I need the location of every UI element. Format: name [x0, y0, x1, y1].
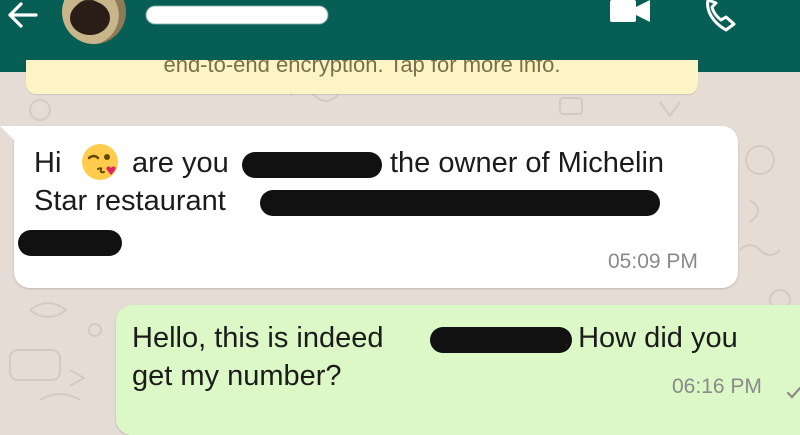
- message-text: . How did you: [562, 322, 738, 354]
- message-text: Hi: [34, 147, 62, 179]
- redaction-mark: [430, 327, 572, 353]
- avatar-redaction-icon: [70, 1, 110, 35]
- message-text: the owner of Michelin: [390, 147, 665, 179]
- message-timestamp: 06:16 PM: [672, 375, 762, 398]
- message-text: Star restaurant: [34, 185, 226, 217]
- message-timestamp: 05:09 PM: [608, 250, 698, 273]
- redaction-mark: [242, 152, 382, 178]
- bubble-tail: [0, 126, 16, 142]
- contact-name-scribble: [146, 6, 328, 24]
- phone-icon[interactable]: [702, 0, 742, 32]
- message-text: Hello, this is indeed: [132, 322, 384, 354]
- redaction-mark: [18, 230, 122, 256]
- avatar[interactable]: [62, 0, 126, 44]
- redaction-mark: [260, 190, 660, 216]
- message-text: get my number?: [132, 360, 342, 392]
- delivered-tick-icon: [786, 386, 800, 399]
- encryption-notice[interactable]: end-to-end encryption. Tap for more info…: [26, 60, 698, 94]
- contact-name[interactable]: [146, 2, 328, 26]
- videocam-icon[interactable]: [608, 0, 652, 26]
- incoming-message-bubble[interactable]: Hi are you the owner of Michelin Star re…: [0, 126, 738, 288]
- arrow-left-icon[interactable]: [6, 2, 40, 28]
- winking-face-with-kiss-emoji: [82, 144, 118, 180]
- outgoing-message-bubble[interactable]: Hello, this is indeed . How did you get …: [116, 305, 800, 435]
- message-text: are you: [132, 147, 229, 179]
